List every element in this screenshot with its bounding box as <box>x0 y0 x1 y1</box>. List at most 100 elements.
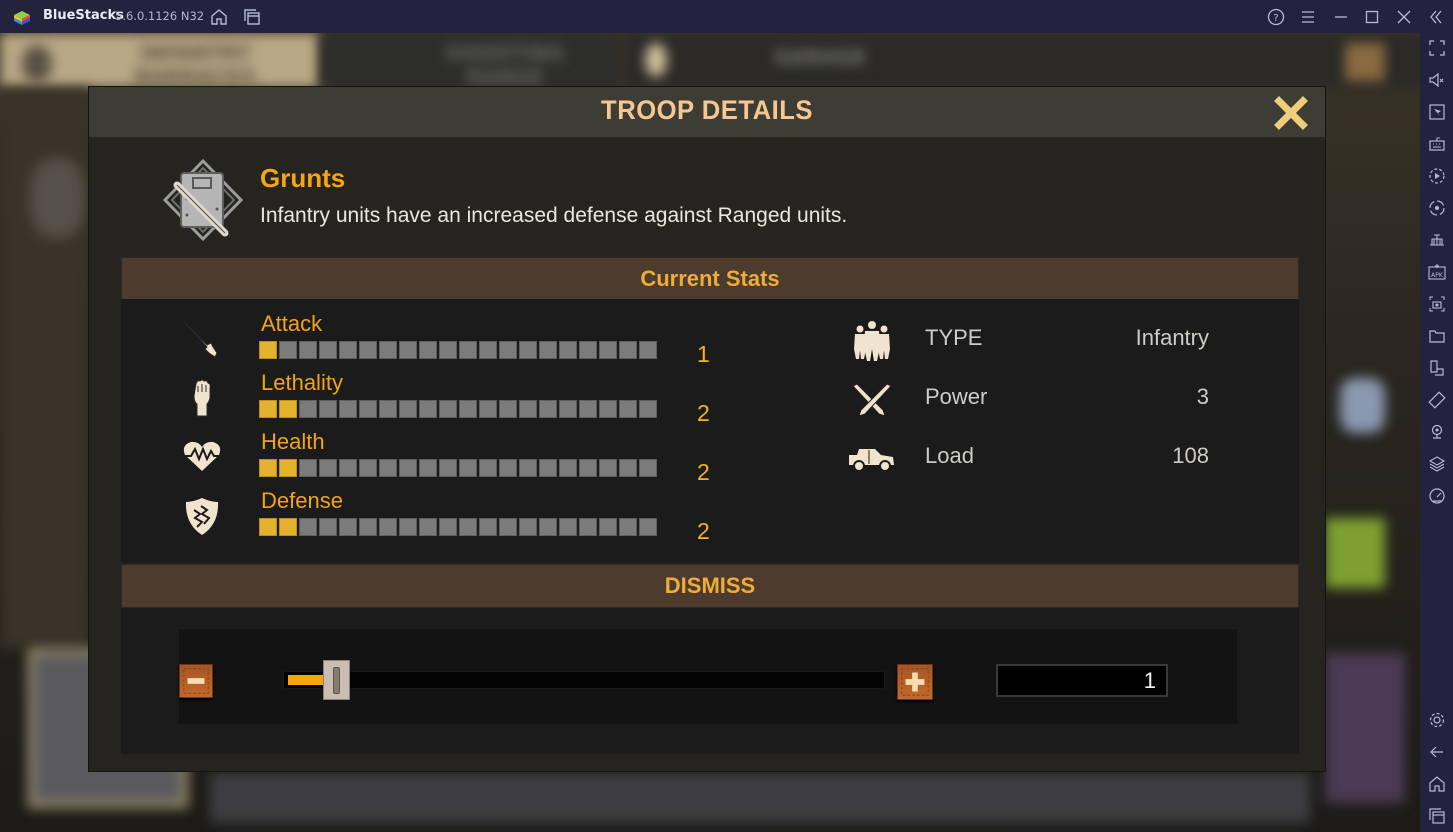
menu-icon[interactable] <box>1297 6 1319 28</box>
dismiss-slider-thumb[interactable] <box>323 660 351 700</box>
dismiss-slider-track[interactable] <box>283 671 885 689</box>
rotate-icon[interactable] <box>1427 390 1447 410</box>
stat-segment-empty <box>579 341 597 359</box>
macro-recorder-icon[interactable] <box>1427 166 1447 186</box>
bg-avatar <box>30 158 85 238</box>
decrease-quantity-button[interactable] <box>179 664 213 698</box>
stat-bar <box>259 400 657 418</box>
location-icon[interactable] <box>1427 422 1447 442</box>
stat-segment-empty <box>479 518 497 536</box>
bg-green-button <box>1325 518 1385 588</box>
stat-segment-empty <box>619 518 637 536</box>
collapse-sidebar-icon[interactable] <box>1425 6 1447 28</box>
stat-segment-empty <box>319 518 337 536</box>
svg-text:?: ? <box>1273 13 1278 24</box>
install-apk-icon[interactable]: APK <box>1427 262 1447 282</box>
info-value: Infantry <box>1135 325 1209 350</box>
stat-segment-filled <box>279 459 297 477</box>
folder-icon[interactable] <box>1427 326 1447 346</box>
stat-segment-empty <box>479 459 497 477</box>
stat-segment-empty <box>439 400 457 418</box>
stat-segment-empty <box>499 400 517 418</box>
maximize-icon[interactable] <box>1361 6 1383 28</box>
soldiers-icon <box>854 321 890 361</box>
app-version: 5.6.0.1126 N32 <box>115 9 205 23</box>
stats-panel: Attack 1 Lethality 2 Health 2 Defense 2 … <box>121 299 1299 563</box>
increase-quantity-button[interactable] <box>897 664 933 700</box>
close-modal-button[interactable] <box>1273 95 1309 131</box>
stat-segment-filled <box>279 518 297 536</box>
stat-segment-empty <box>459 341 477 359</box>
multi-instance-icon[interactable] <box>1427 358 1447 378</box>
shield-icon <box>185 498 219 535</box>
close-icon[interactable] <box>1393 6 1415 28</box>
bg-close-icon <box>1345 43 1385 81</box>
stat-segment-empty <box>619 459 637 477</box>
bg-tab-label: GARAGE <box>773 45 867 69</box>
modal-header: TROOP DETAILS <box>89 87 1325 137</box>
stat-segment-empty <box>599 518 617 536</box>
stat-segment-empty <box>499 518 517 536</box>
stat-segment-empty <box>459 459 477 477</box>
minimize-icon[interactable] <box>1330 6 1352 28</box>
stat-value: 1 <box>697 341 710 367</box>
stat-bar <box>259 341 657 359</box>
dismiss-panel: 1 <box>121 608 1299 754</box>
stat-segment-empty <box>519 518 537 536</box>
stat-segment-empty <box>639 459 657 477</box>
stat-segment-empty <box>339 400 357 418</box>
stat-bar <box>259 459 657 477</box>
stat-label: Lethality <box>261 370 343 395</box>
stat-segment-empty <box>479 400 497 418</box>
back-icon[interactable] <box>1427 742 1447 762</box>
stat-segment-filled <box>279 400 297 418</box>
bg-tab-icon <box>645 43 667 77</box>
stat-segment-empty <box>639 341 657 359</box>
stat-segment-empty <box>399 459 417 477</box>
minus-icon <box>183 668 209 694</box>
info-row-type: TYPE Infantry <box>847 319 1247 369</box>
bg-tab-icon <box>22 45 52 83</box>
layers-icon[interactable] <box>1427 454 1447 474</box>
stat-segment-empty <box>419 341 437 359</box>
keyboard-icon[interactable] <box>1427 134 1447 154</box>
stat-segment-empty <box>339 518 357 536</box>
dismiss-header: DISMISS <box>121 564 1299 608</box>
volume-mute-icon[interactable] <box>1427 70 1447 90</box>
stat-segment-empty <box>559 341 577 359</box>
home-icon[interactable] <box>208 6 230 28</box>
modal-title: TROOP DETAILS <box>601 95 813 125</box>
unit-name: Grunts <box>260 163 346 193</box>
sync-icon[interactable] <box>1427 198 1447 218</box>
fist-icon <box>193 379 211 417</box>
info-value: 3 <box>1196 384 1209 409</box>
stat-segment-empty <box>519 341 537 359</box>
stat-segment-empty <box>439 459 457 477</box>
plus-icon <box>901 668 929 696</box>
pointer-icon[interactable] <box>1427 102 1447 122</box>
info-row-load: Load 108 <box>847 437 1247 487</box>
fullscreen-icon[interactable] <box>1427 38 1447 58</box>
help-icon[interactable]: ? <box>1265 6 1287 28</box>
home-icon[interactable] <box>1427 774 1447 794</box>
emulator-sidebar: APK <box>1420 33 1453 832</box>
stat-segment-empty <box>419 459 437 477</box>
bg-lock-icon <box>1340 378 1385 433</box>
dismiss-quantity-input[interactable]: 1 <box>996 664 1168 697</box>
performance-icon[interactable] <box>1427 486 1447 506</box>
bulk-build-icon[interactable] <box>1427 230 1447 250</box>
bg-troop-card <box>1325 653 1405 803</box>
stat-row-health: Health 2 <box>121 429 761 488</box>
screenshot-icon[interactable] <box>1427 294 1447 314</box>
stat-segment-empty <box>539 400 557 418</box>
stat-label: Health <box>261 429 325 454</box>
stat-segment-empty <box>519 400 537 418</box>
multi-instance-icon[interactable] <box>241 6 263 28</box>
settings-icon[interactable] <box>1427 710 1447 730</box>
stat-segment-empty <box>379 459 397 477</box>
app-name: BlueStacks <box>43 8 124 23</box>
recent-apps-icon[interactable] <box>1427 806 1447 826</box>
crossed-knives-icon <box>852 383 892 417</box>
stat-segment-empty <box>419 400 437 418</box>
stat-row-defense: Defense 2 <box>121 488 761 547</box>
